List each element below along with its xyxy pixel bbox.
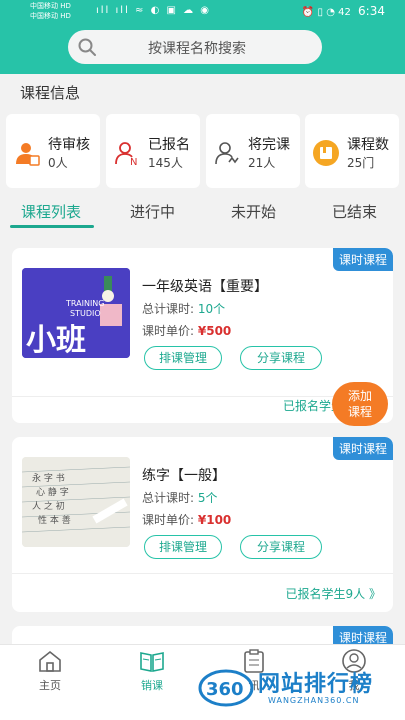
price-label: 课时单价: <box>142 324 195 338</box>
watermark-logo: 360 <box>198 669 254 707</box>
watermark: 360 网站排行榜 WANGZHAN360.CN <box>196 664 401 716</box>
battery-level: 42 <box>338 7 351 18</box>
tab-course-list[interactable]: 课程列表 <box>21 201 81 222</box>
person-complete-icon <box>215 142 239 165</box>
schedule-button[interactable]: 排课管理 <box>144 535 222 559</box>
stat-card-completing[interactable]: 将完课 21人 <box>206 114 300 188</box>
share-button[interactable]: 分享课程 <box>240 535 322 559</box>
course-title: 一年级英语【重要】 <box>142 279 268 295</box>
nav-sales[interactable]: 销课 <box>122 649 182 693</box>
open-book-icon <box>140 652 164 672</box>
svg-text:永 字 书: 永 字 书 <box>32 472 65 484</box>
tab-not-started[interactable]: 未开始 <box>231 201 276 222</box>
search-input[interactable]: 按课程名称搜索 <box>68 30 322 64</box>
signal-icons: ıll ıll ≈ ◐ ▣ ☁ ◉ <box>96 5 212 16</box>
price-value: ¥100 <box>197 513 232 527</box>
watermark-text: 网站排行榜 <box>258 672 374 697</box>
add-course-line2: 课程 <box>347 405 372 419</box>
watermark-subtext: WANGZHAN360.CN <box>268 696 360 705</box>
course-thumbnail: 永 字 书心 静 字 人 之 初性 本 善 <box>22 457 130 547</box>
enrolled-link[interactable]: 已报名学生9人 》 <box>286 585 381 602</box>
clock: 6:34 <box>358 4 385 18</box>
tab-indicator <box>10 225 94 228</box>
course-lessons: 总计课时: 5个 <box>142 489 218 506</box>
thumbnail-art: TRAINING STUDIO 小班 <box>22 268 130 358</box>
svg-text:性 本 善: 性 本 善 <box>38 514 71 526</box>
nav-home[interactable]: 主页 <box>20 649 80 693</box>
person-review-icon <box>16 143 40 166</box>
search-icon <box>78 38 96 56</box>
carrier-label: 中国移动 HD <box>30 2 71 10</box>
add-course-button[interactable]: 添加 课程 <box>332 382 388 426</box>
course-type-badge: 课时课程 <box>332 437 393 460</box>
status-right: ⏰ ▯ ◔ 42 6:34 <box>302 4 385 18</box>
svg-text:360: 360 <box>206 679 244 700</box>
stat-value: 21人 <box>248 156 276 170</box>
nav-label: 销课 <box>141 679 163 692</box>
stat-card-pending[interactable]: 待审核 0人 <box>6 114 100 188</box>
add-course-line1: 添加 <box>347 389 372 403</box>
stat-card-enrolled[interactable]: N 已报名 145人 <box>106 114 200 188</box>
tab-in-progress[interactable]: 进行中 <box>130 201 175 222</box>
svg-text:N: N <box>130 157 137 166</box>
app-header: 中国移动 HD 中国移动 HD ıll ıll ≈ ◐ ▣ ☁ ◉ ⏰ ▯ ◔ … <box>0 0 405 74</box>
schedule-button[interactable]: 排课管理 <box>144 346 222 370</box>
price-label: 课时单价: <box>142 513 195 527</box>
carrier-info: 中国移动 HD 中国移动 HD <box>30 1 71 21</box>
tab-ended[interactable]: 已结束 <box>332 201 377 222</box>
course-price: 课时单价: ¥100 <box>142 511 231 528</box>
home-icon <box>39 650 61 672</box>
thumbnail-art: 永 字 书心 静 字 人 之 初性 本 善 <box>22 457 130 547</box>
stat-label: 将完课 <box>248 137 290 153</box>
nav-label: 主页 <box>39 679 61 692</box>
stat-value: 145人 <box>148 156 183 170</box>
course-title: 练字【一般】 <box>142 468 226 484</box>
lessons-label: 总计课时: <box>142 302 195 316</box>
thumb-sub2: STUDIO <box>70 309 101 318</box>
stat-label: 已报名 <box>148 137 190 153</box>
stat-label: 课程数 <box>347 137 389 153</box>
course-thumbnail: TRAINING STUDIO 小班 <box>22 268 130 358</box>
course-card[interactable]: 课时课程 永 字 书心 静 字 人 之 初性 本 善 练字【一般】 总计课时: … <box>12 437 393 612</box>
share-button[interactable]: 分享课程 <box>240 346 322 370</box>
lessons-value: 5个 <box>197 491 218 505</box>
stat-label: 待审核 <box>48 137 90 153</box>
svg-text:心 静 字: 心 静 字 <box>36 486 69 498</box>
svg-text:人 之 初: 人 之 初 <box>32 500 65 512</box>
lessons-value: 10个 <box>197 302 226 316</box>
status-bar: 中国移动 HD 中国移动 HD ıll ıll ≈ ◐ ▣ ☁ ◉ ⏰ ▯ ◔ … <box>0 0 405 22</box>
search-placeholder: 按课程名称搜索 <box>148 41 246 57</box>
stat-card-courses[interactable]: 课程数 25门 <box>305 114 399 188</box>
course-price: 课时单价: ¥500 <box>142 322 231 339</box>
status-icons-right: ⏰ ▯ ◔ <box>301 7 335 18</box>
thumb-sub1: TRAINING <box>65 299 104 308</box>
divider <box>12 573 393 574</box>
stat-value: 0人 <box>48 156 68 170</box>
book-count-icon <box>313 140 339 166</box>
carrier-label-2: 中国移动 HD <box>30 12 71 20</box>
person-enrolled-icon: N <box>115 142 137 166</box>
course-type-badge: 课时课程 <box>332 248 393 271</box>
course-lessons: 总计课时: 10个 <box>142 300 225 317</box>
lessons-label: 总计课时: <box>142 491 195 505</box>
thumb-title: 小班 <box>26 323 86 358</box>
price-value: ¥500 <box>197 324 232 338</box>
course-list: 课时课程 TRAINING STUDIO 小班 一年级英语【重要】 总计课时: … <box>0 232 405 666</box>
section-title: 课程信息 <box>20 84 81 102</box>
stat-value: 25门 <box>347 156 375 170</box>
course-tabs: 课程列表 进行中 未开始 已结束 <box>0 196 405 232</box>
